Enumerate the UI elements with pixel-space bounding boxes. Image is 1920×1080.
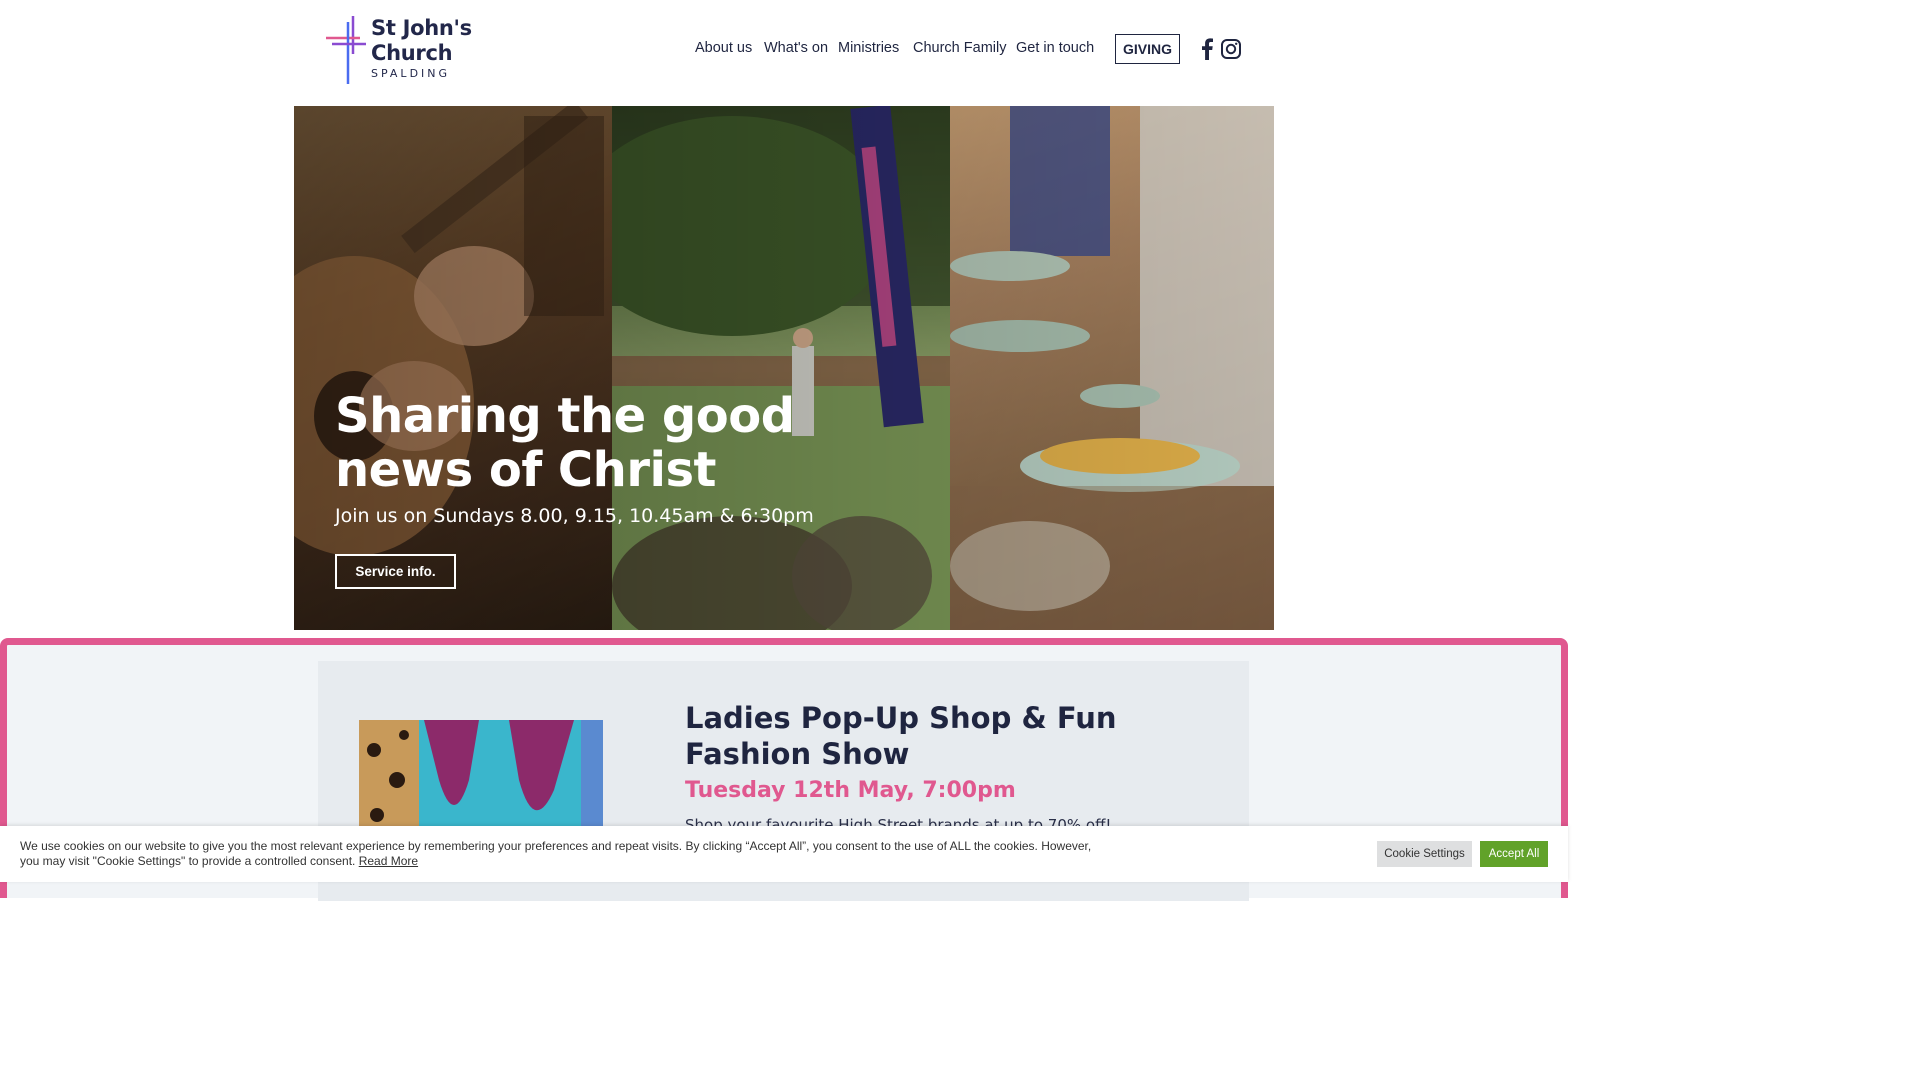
event-date: Tuesday 12th May, 7:00pm (685, 778, 1016, 803)
facebook-icon[interactable] (1196, 38, 1218, 60)
hero-title-line2: news of Christ (335, 442, 716, 498)
giving-button[interactable]: GIVING (1115, 34, 1180, 64)
cookie-message-text: We use cookies on our website to give yo… (20, 839, 1092, 868)
hero-banner: Sharing the good news of Christ Join us … (294, 106, 1274, 630)
instagram-icon[interactable] (1220, 38, 1242, 60)
cookie-settings-button[interactable]: Cookie Settings (1377, 841, 1472, 867)
nav-church-family[interactable]: Church Family (913, 40, 1006, 56)
event-image-shoes[interactable] (359, 720, 603, 840)
hero-title-line1: Sharing the good (335, 388, 795, 444)
hero-subtitle: Join us on Sundays 8.00, 9.15, 10.45am &… (335, 505, 814, 527)
hero-title: Sharing the good news of Christ (335, 389, 855, 497)
nav-get-in-touch[interactable]: Get in touch (1016, 40, 1094, 56)
logo-subtitle: SPALDING (371, 67, 451, 80)
cookie-accept-all-button[interactable]: Accept All (1480, 841, 1548, 867)
site-header: St John's Church SPALDING About us What'… (0, 0, 1568, 106)
hero-overlay (294, 106, 1274, 630)
cookie-read-more-link[interactable]: Read More (359, 854, 418, 868)
cookie-banner: We use cookies on our website to give yo… (0, 826, 1568, 882)
service-info-button[interactable]: Service info. (335, 554, 456, 589)
event-title[interactable]: Ladies Pop-Up Shop & Fun Fashion Show (685, 700, 1165, 772)
cookie-message: We use cookies on our website to give yo… (20, 839, 1100, 869)
nav-whats-on[interactable]: What's on (764, 40, 828, 56)
main-nav: About us What's on Ministries Church Fam… (0, 33, 1568, 65)
nav-about-us[interactable]: About us (695, 40, 752, 56)
nav-ministries[interactable]: Ministries (838, 40, 899, 56)
